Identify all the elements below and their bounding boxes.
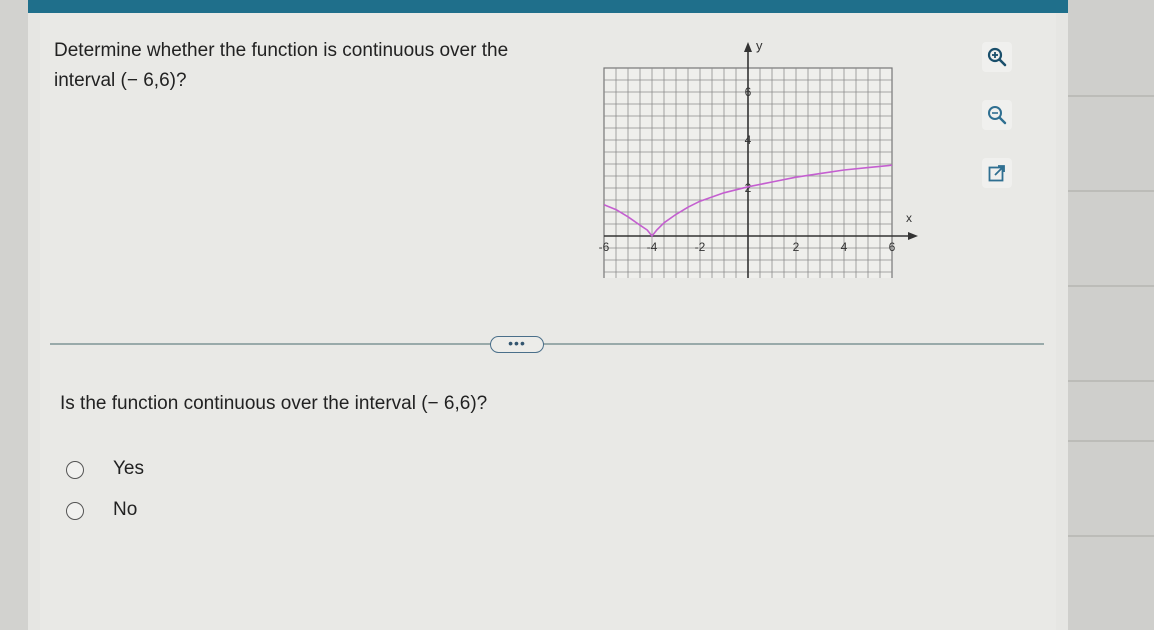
x-tick-label: 2 [793, 240, 800, 254]
x-tick-label: -6 [599, 240, 610, 254]
external-link-icon [988, 165, 1005, 182]
option-label-yes: Yes [113, 458, 144, 479]
y-tick-label: 4 [745, 133, 752, 147]
y-axis-label: y [756, 38, 763, 53]
sub-question: Is the function continuous over the inte… [60, 393, 488, 414]
x-tick-label: -2 [695, 240, 706, 254]
section-divider [50, 343, 1044, 345]
top-bar [28, 0, 1068, 13]
y-tick-label: -2 [743, 277, 754, 278]
radio-button-yes[interactable] [66, 461, 84, 479]
function-graph: xy-6-4-2246642-2 [599, 38, 918, 278]
x-axis-arrow [908, 232, 918, 240]
left-background [0, 0, 28, 630]
zoom-in-button[interactable] [982, 42, 1012, 72]
y-axis-arrow [744, 42, 752, 52]
radio-button-no[interactable] [66, 502, 84, 520]
x-tick-label: 6 [889, 240, 896, 254]
option-label-no: No [113, 499, 138, 520]
zoom-out-button[interactable] [982, 100, 1012, 130]
x-tick-label: 4 [841, 240, 848, 254]
zoom-out-icon [988, 106, 1007, 125]
x-axis-label: x [906, 211, 912, 225]
y-tick-label: 6 [745, 85, 752, 99]
right-background [1068, 0, 1154, 630]
more-options-button[interactable]: ••• [490, 336, 544, 353]
zoom-in-icon [987, 47, 1007, 67]
question-prompt: Determine whether the function is contin… [54, 40, 509, 91]
x-tick-label: -4 [647, 240, 658, 254]
open-external-button[interactable] [982, 158, 1012, 188]
